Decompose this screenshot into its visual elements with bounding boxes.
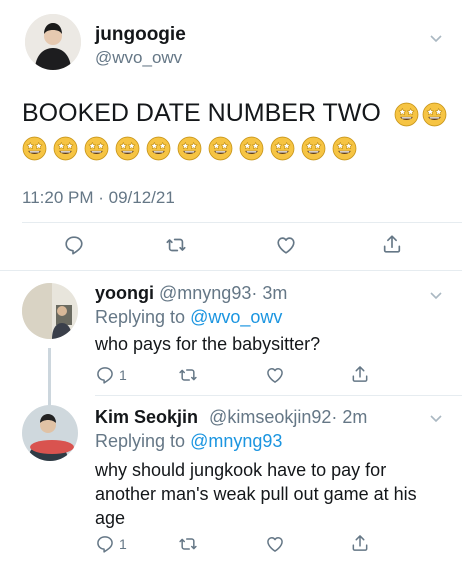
reply-button[interactable]: 1 (95, 365, 127, 385)
reply-count: 1 (119, 367, 127, 383)
reply-text: why should jungkook have to pay for anot… (95, 460, 417, 528)
handle[interactable]: @wvo_owv (95, 48, 182, 68)
star-struck-emoji (422, 102, 447, 127)
thread-line (48, 348, 51, 408)
star-struck-emoji (270, 136, 295, 161)
retweet-icon (165, 234, 187, 256)
star-struck-emoji (22, 136, 47, 161)
retweet-button[interactable] (178, 534, 198, 554)
avatar[interactable] (25, 14, 81, 70)
divider (22, 222, 462, 223)
star-struck-emoji (394, 102, 419, 127)
mention-link[interactable]: @wvo_owv (190, 307, 282, 327)
divider (0, 270, 462, 271)
avatar[interactable] (22, 283, 78, 339)
star-struck-emoji (53, 136, 78, 161)
chevron-down-icon[interactable] (428, 410, 444, 431)
star-struck-emoji (332, 136, 357, 161)
avatar[interactable] (22, 405, 78, 461)
reply-header: Kim Seokjin @kimseokjin92· 2m (95, 407, 367, 428)
share-icon (381, 233, 403, 255)
like-icon (275, 234, 297, 256)
display-name[interactable]: Kim Seokjin (95, 407, 198, 427)
replying-to: Replying to @wvo_owv (95, 307, 282, 328)
reply-time: · 2m (331, 407, 368, 427)
chevron-down-icon[interactable] (428, 30, 444, 51)
retweet-button[interactable] (178, 365, 198, 385)
share-button[interactable] (381, 233, 403, 255)
reply-icon (95, 365, 115, 385)
share-button[interactable] (350, 533, 370, 553)
tweet-text: BOOKED DATE NUMBER TWO (22, 95, 452, 132)
star-struck-emoji (301, 136, 326, 161)
replying-to: Replying to @mnyng93 (95, 431, 282, 452)
star-struck-emoji (84, 136, 109, 161)
reply-text: who pays for the babysitter? (95, 334, 321, 354)
display-name[interactable]: jungoogie (95, 24, 186, 46)
mention-link[interactable]: @mnyng93 (190, 431, 282, 451)
reply-count: 1 (119, 536, 127, 552)
retweet-icon (178, 365, 198, 385)
like-button[interactable] (265, 365, 285, 385)
tweet-text-content: BOOKED DATE NUMBER TWO (22, 99, 381, 127)
reply-header: yoongi @mnyng93· 3m (95, 283, 287, 304)
divider (95, 395, 462, 396)
chevron-down-icon[interactable] (428, 287, 444, 308)
star-struck-emoji (208, 136, 233, 161)
star-struck-emoji (177, 136, 202, 161)
emoji-row (22, 136, 452, 161)
reply-button[interactable]: 1 (95, 534, 127, 554)
handle[interactable]: @kimseokjin92 (209, 407, 331, 427)
share-button[interactable] (350, 364, 370, 384)
reply-icon (95, 534, 115, 554)
reply-time: · 3m (251, 283, 288, 303)
share-icon (350, 533, 370, 553)
like-button[interactable] (265, 534, 285, 554)
like-icon (265, 534, 285, 554)
star-struck-emoji (146, 136, 171, 161)
reply-icon (63, 234, 85, 256)
display-name[interactable]: yoongi (95, 283, 154, 303)
reply-button[interactable] (63, 234, 85, 256)
retweet-icon (178, 534, 198, 554)
replying-label: Replying to (95, 307, 186, 327)
like-button[interactable] (275, 234, 297, 256)
replying-label: Replying to (95, 431, 186, 451)
share-icon (350, 364, 370, 384)
star-struck-emoji (115, 136, 140, 161)
star-struck-emoji (239, 136, 264, 161)
retweet-button[interactable] (165, 234, 187, 256)
handle[interactable]: @mnyng93 (159, 283, 251, 303)
like-icon (265, 365, 285, 385)
timestamp[interactable]: 11:20 PM · 09/12/21 (22, 188, 175, 208)
